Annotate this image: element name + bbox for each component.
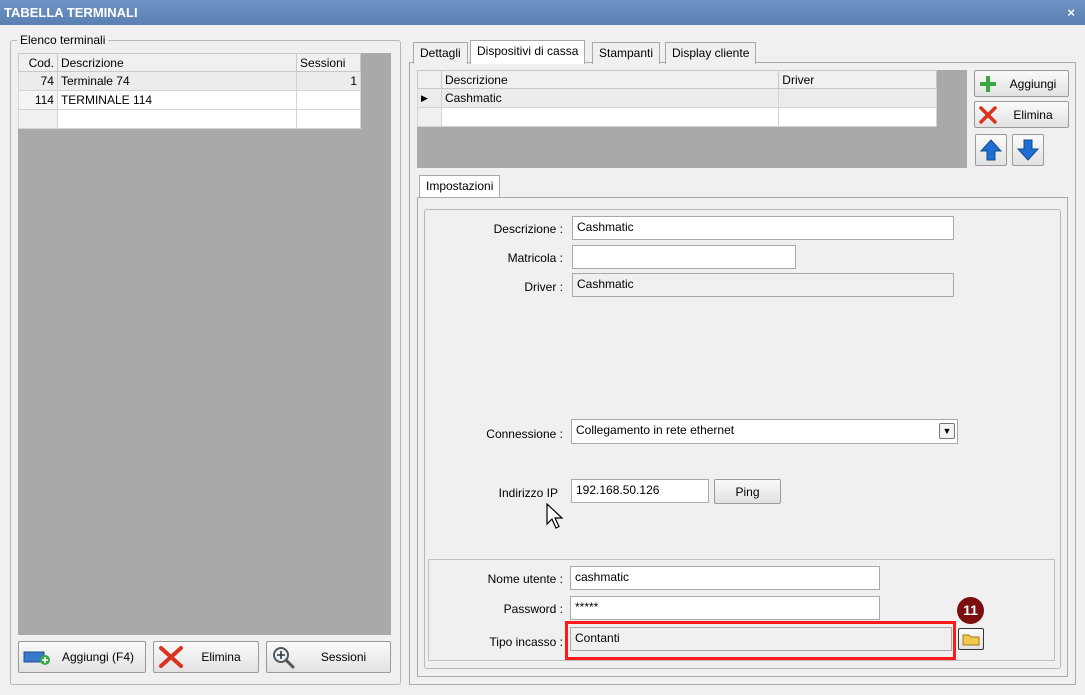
window-titlebar: TABELLA TERMINALI [0,0,1085,25]
terminals-grid-area [18,53,391,635]
add-device-button[interactable]: Aggiungi [974,70,1069,97]
plus-icon [978,74,998,94]
table-row[interactable]: 74 Terminale 74 1 [18,71,361,91]
connessione-select[interactable]: Collegamento in rete ethernet ▼ [571,419,958,444]
matricola-label: Matricola : [507,251,563,265]
delete-x-icon [978,105,998,125]
magnifier-plus-icon [271,645,297,669]
add-terminal-button[interactable]: Aggiungi (F4) [18,641,146,673]
cell-empty [18,109,58,129]
ping-label: Ping [735,484,760,499]
annotation-highlight-box [565,621,956,660]
cell-empty [417,107,442,127]
password-label: Password : [503,602,563,616]
row-indicator-icon: ▶ [417,88,442,108]
tab-dettagli[interactable]: Dettagli [413,42,468,64]
ip-address-field[interactable]: 192.168.50.126 [571,479,709,503]
devices-grid: Descrizione Driver ▶ Cashmatic [417,70,937,127]
table-row-empty[interactable] [18,109,361,129]
cell-descrizione: Cashmatic [440,88,780,108]
col-sessioni[interactable]: Sessioni [296,53,361,72]
tab-impostazioni[interactable]: Impostazioni [419,175,501,197]
add-device-label: Aggiungi [1009,76,1057,91]
folder-icon [962,632,980,646]
sessions-button[interactable]: Sessioni [266,641,391,673]
cell-cod: 74 [18,71,58,91]
cell-empty [440,107,780,127]
arrow-up-icon [979,138,1003,162]
move-down-button[interactable] [1012,134,1044,166]
cell-descrizione: Terminale 74 [56,71,298,91]
cell-empty [56,109,298,129]
add-terminal-icon [23,648,51,666]
annotation-step-badge: 11 [957,597,984,624]
connessione-value: Collegamento in rete ethernet [576,423,735,437]
tipo-incasso-lookup-button[interactable] [958,628,984,650]
cell-cod: 114 [18,90,58,110]
tab-display-cliente[interactable]: Display cliente [665,42,757,64]
connessione-label: Connessione : [486,427,563,441]
col-descrizione[interactable]: Descrizione [440,70,780,89]
col-cod[interactable]: Cod. [18,53,58,72]
table-row[interactable]: ▶ Cashmatic [417,88,937,108]
terminals-legend: Elenco terminali [17,33,109,47]
descrizione-field[interactable]: Cashmatic [572,216,954,240]
col-indicator [417,70,442,89]
tipo-incasso-label: Tipo incasso : [489,635,563,649]
cell-descrizione: TERMINALE 114 [56,90,298,110]
add-terminal-label: Aggiungi (F4) [61,650,135,664]
delete-x-icon [158,645,184,669]
table-row-empty[interactable] [417,107,937,127]
delete-terminal-button[interactable]: Elimina [153,641,259,673]
nome-utente-field[interactable]: cashmatic [570,566,880,590]
tab-dispositivi-di-cassa[interactable]: Dispositivi di cassa [470,40,586,64]
nome-utente-label: Nome utente : [487,572,563,586]
cell-driver [778,88,937,108]
close-button[interactable]: × [1067,0,1075,25]
arrow-down-icon [1016,138,1040,162]
driver-field: Cashmatic [572,273,954,297]
cell-empty [778,107,937,127]
delete-terminal-label: Elimina [201,650,241,664]
table-row[interactable]: 114 TERMINALE 114 [18,90,361,110]
window-title: TABELLA TERMINALI [4,5,138,20]
move-up-button[interactable] [975,134,1007,166]
cell-empty [296,109,361,129]
descrizione-label: Descrizione : [493,222,563,236]
chevron-down-icon[interactable]: ▼ [939,423,955,439]
tab-stampanti[interactable]: Stampanti [592,42,661,64]
delete-device-label: Elimina [1013,107,1053,122]
driver-label: Driver : [524,280,563,294]
delete-device-button[interactable]: Elimina [974,101,1069,128]
mouse-pointer-icon [546,502,564,532]
col-driver[interactable]: Driver [778,70,937,89]
password-field[interactable]: ***** [570,596,880,620]
terminals-grid: Cod. Descrizione Sessioni 74 Terminale 7… [18,53,361,129]
cell-sessioni [296,90,361,110]
cell-sessioni: 1 [296,71,361,91]
indirizzo-ip-label: Indirizzo IP [498,486,558,500]
matricola-field[interactable] [572,245,796,269]
col-descrizione[interactable]: Descrizione [56,53,298,72]
sessions-label: Sessioni [320,650,367,664]
ping-button[interactable]: Ping [714,479,781,504]
